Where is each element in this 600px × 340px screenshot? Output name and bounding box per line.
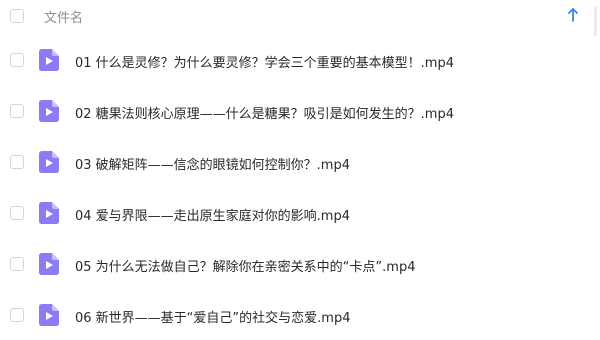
- scrollbar[interactable]: [594, 6, 597, 36]
- row-checkbox[interactable]: [10, 104, 24, 118]
- list-item[interactable]: 03 破解矩阵——信念的眼镜如何控制你？.mp4: [0, 137, 600, 187]
- video-file-icon: [39, 151, 59, 173]
- row-checkbox[interactable]: [10, 206, 24, 220]
- select-all-checkbox[interactable]: [10, 9, 24, 23]
- arrow-up-icon[interactable]: [567, 7, 579, 23]
- list-item[interactable]: 01 什么是灵修？为什么要灵修？学会三个重要的基本模型！.mp4: [0, 35, 600, 85]
- list-item[interactable]: 04 爱与界限——走出原生家庭对你的影响.mp4: [0, 188, 600, 238]
- file-name: 02 糖果法则核心原理——什么是糖果？吸引是如何发生的？.mp4: [75, 107, 454, 122]
- file-name: 01 什么是灵修？为什么要灵修？学会三个重要的基本模型！.mp4: [75, 56, 454, 71]
- row-checkbox[interactable]: [10, 308, 24, 322]
- file-name: 06 新世界——基于“爱自己”的社交与恋爱.mp4: [75, 311, 351, 326]
- file-name: 04 爱与界限——走出原生家庭对你的影响.mp4: [75, 209, 350, 224]
- name-column-header[interactable]: 文件名: [44, 7, 83, 26]
- row-checkbox[interactable]: [10, 257, 24, 271]
- row-checkbox[interactable]: [10, 155, 24, 169]
- list-item[interactable]: 02 糖果法则核心原理——什么是糖果？吸引是如何发生的？.mp4: [0, 86, 600, 136]
- list-item[interactable]: 06 新世界——基于“爱自己”的社交与恋爱.mp4: [0, 290, 600, 340]
- row-checkbox[interactable]: [10, 53, 24, 67]
- file-name: 05 为什么无法做自己？解除你在亲密关系中的“卡点”.mp4: [75, 260, 416, 275]
- video-file-icon: [39, 202, 59, 224]
- video-file-icon: [39, 49, 59, 71]
- list-item[interactable]: 05 为什么无法做自己？解除你在亲密关系中的“卡点”.mp4: [0, 239, 600, 289]
- video-file-icon: [39, 304, 59, 326]
- list-header: 文件名: [0, 0, 600, 36]
- video-file-icon: [39, 253, 59, 275]
- file-name: 03 破解矩阵——信念的眼镜如何控制你？.mp4: [75, 158, 350, 173]
- video-file-icon: [39, 100, 59, 122]
- file-list: 文件名 01 什么是灵修？为什么要灵修？学会三个重要的基本模型！.mp4 02 …: [0, 0, 600, 340]
